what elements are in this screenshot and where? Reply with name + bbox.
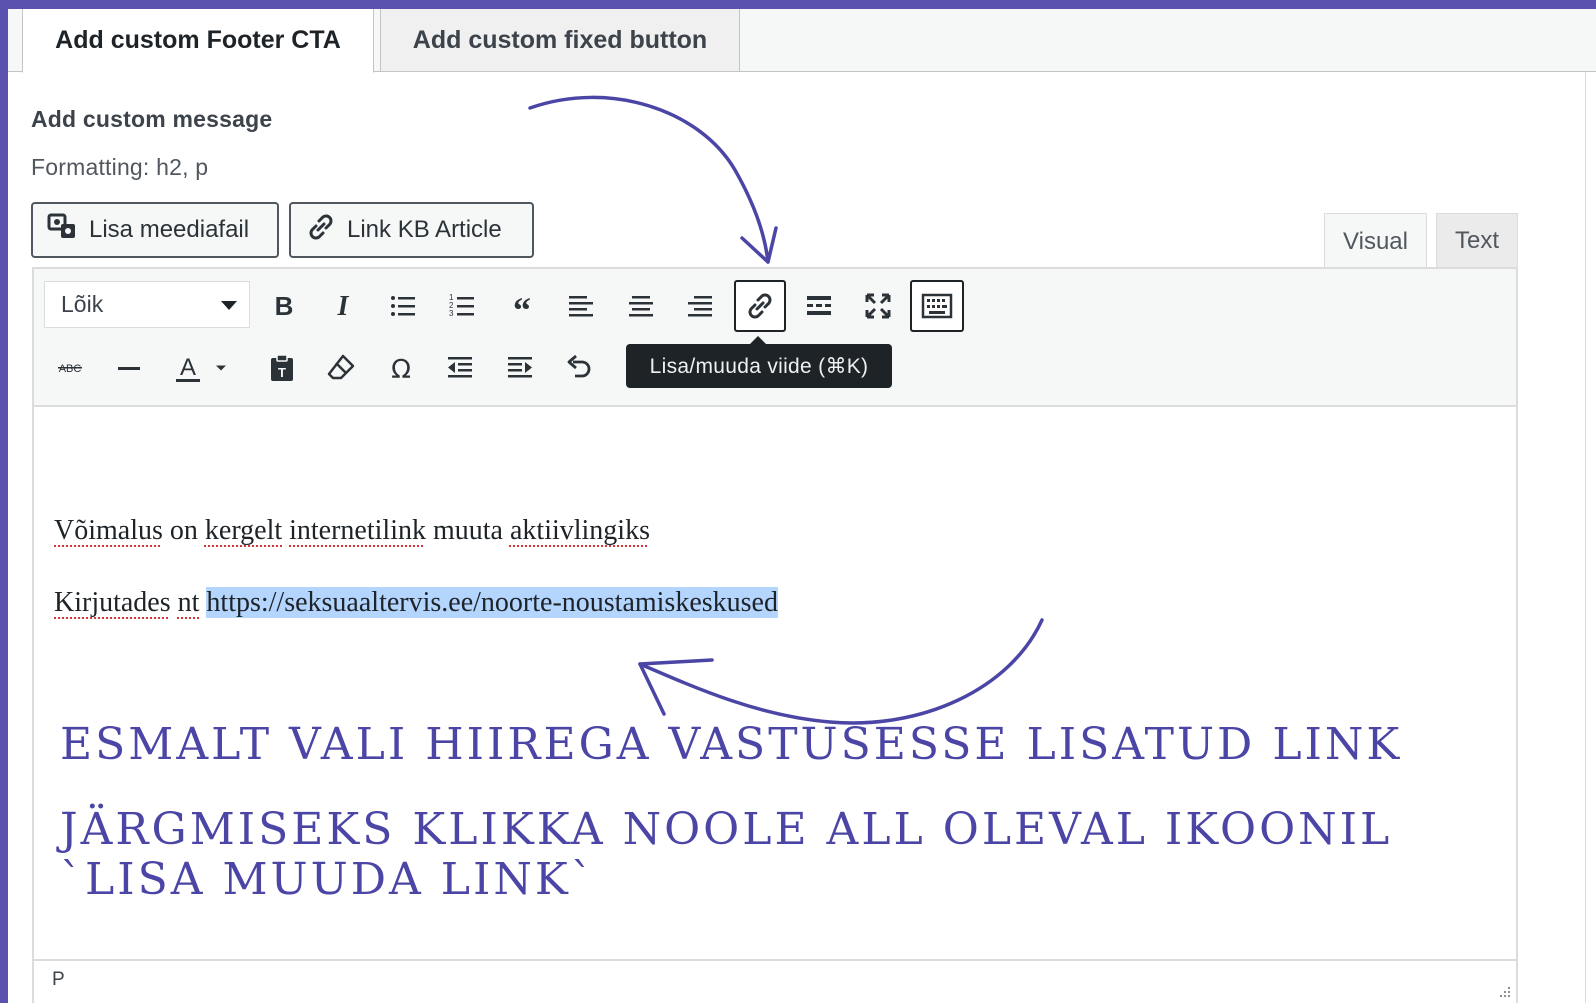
bullet-list-icon[interactable] [379,282,427,330]
add-media-label: Lisa meediafail [89,216,250,243]
instruction-step-1: Esmalt vali hiirega vastusesse lisatud l… [60,719,1403,770]
formatting-hint: Formatting: h2, p [31,154,209,180]
chevron-down-icon [221,301,237,310]
numbered-list-icon[interactable]: 123 [438,282,486,330]
paste-text-icon[interactable]: T [258,344,306,392]
indent-icon[interactable] [496,344,544,392]
svg-text:A: A [180,354,196,381]
svg-text:I: I [337,291,350,322]
word: nt [177,587,200,618]
word: kergelt [204,515,283,546]
special-character-icon[interactable]: Ω [377,344,425,392]
content-paragraph: Võimalus on kergelt internetilink muuta … [54,515,650,547]
svg-text:Ω: Ω [391,355,411,384]
tab-fixed-button[interactable]: Add custom fixed button [380,9,740,72]
svg-text:“: “ [513,290,531,322]
bold-icon[interactable]: B [260,282,308,330]
field-label: Add custom message [31,106,273,132]
align-right-icon[interactable] [676,282,724,330]
word: Kirjutades [54,587,171,618]
svg-text:T: T [278,365,286,380]
chevron-down-icon[interactable] [209,344,233,392]
link-kb-article-button[interactable]: Link KB Article [289,202,534,258]
link-tooltip: Lisa/muuda viide (⌘K) [626,336,892,388]
align-center-icon[interactable] [617,282,665,330]
undo-icon[interactable] [555,344,603,392]
outdent-icon[interactable] [436,344,484,392]
link-icon [305,211,337,250]
horizontal-line-icon[interactable] [105,344,153,392]
read-more-icon[interactable] [795,282,843,330]
resize-handle-icon[interactable] [1494,983,1512,1001]
word: aktiivlingiks [509,515,650,546]
tab-text[interactable]: Text [1436,213,1518,267]
svg-text:ABC: ABC [59,363,82,375]
italic-icon[interactable]: I [319,282,367,330]
text-color-icon[interactable]: A [164,344,212,392]
word: Võimalus [54,515,163,546]
tab-visual[interactable]: Visual [1324,213,1427,269]
word: muuta [432,515,503,546]
format-select-value: Lõik [61,291,104,317]
strikethrough-icon[interactable]: ABC [46,344,94,392]
blockquote-icon[interactable]: “ [498,282,546,330]
toolbar-toggle-button[interactable] [910,280,964,332]
clear-formatting-icon[interactable] [317,344,365,392]
link-icon [744,290,776,322]
align-left-icon[interactable] [557,282,605,330]
svg-text:3: 3 [449,309,454,318]
editor-statusbar: P [34,959,1516,1003]
keyboard-icon [921,290,953,322]
tab-footer-cta[interactable]: Add custom Footer CTA [22,9,374,73]
svg-text:B: B [275,291,294,321]
word: on [169,515,198,546]
media-icon [47,212,79,249]
instruction-step-2: Järgmiseks klikka noole all oleval ikoon… [60,804,1393,905]
format-select[interactable]: Lõik [44,281,250,328]
fullscreen-icon[interactable] [854,282,902,330]
link-kb-article-label: Link KB Article [347,216,502,243]
content-paragraph: Kirjutades nt https://seksuaaltervis.ee/… [54,587,778,619]
add-media-button[interactable]: Lisa meediafail [31,202,279,258]
editor-toolbar: Lõik B I 123 “ ABC A T Ω Lisa/muuda viid… [34,269,1516,407]
element-path[interactable]: P [52,969,65,991]
word: internetilink [289,515,426,546]
insert-link-button[interactable] [734,280,786,332]
tab-bar: Add custom Footer CTA Add custom fixed b… [8,9,1596,73]
selected-url[interactable]: https://seksuaaltervis.ee/noorte-noustam… [206,587,778,618]
